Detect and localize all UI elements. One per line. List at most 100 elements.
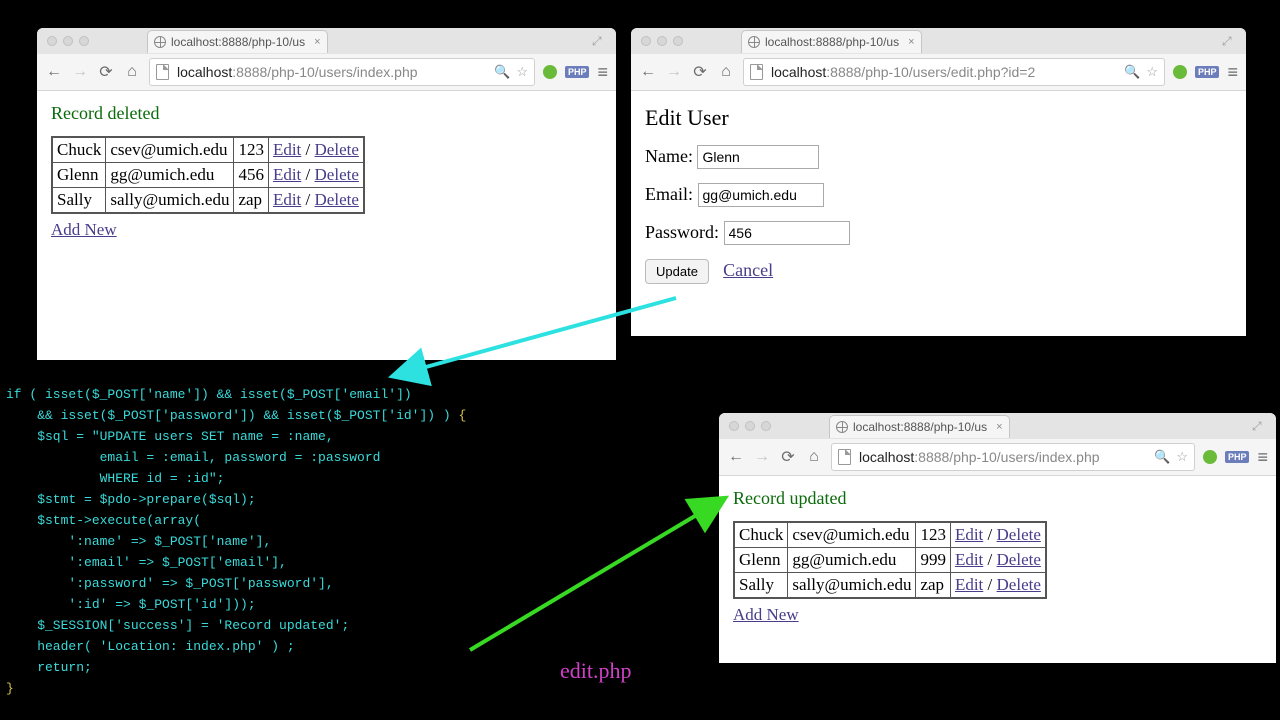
- code-snippet: if ( isset($_POST['name']) && isset($_PO…: [6, 384, 466, 699]
- forward-button: →: [753, 448, 771, 466]
- cell-name: Glenn: [52, 163, 106, 188]
- extension-icon[interactable]: [543, 65, 557, 79]
- delete-link[interactable]: Delete: [315, 140, 359, 159]
- address-bar[interactable]: localhost:8888/php-10/users/index.php 🔍 ☆: [831, 443, 1195, 471]
- browser-toolbar: ← → ⟳ ⌂ localhost:8888/php-10/users/inde…: [719, 439, 1276, 476]
- edit-link[interactable]: Edit: [273, 190, 301, 209]
- browser-tab[interactable]: localhost:8888/php-10/us ×: [741, 30, 922, 53]
- bookmark-icon[interactable]: ☆: [1146, 64, 1158, 80]
- edit-link[interactable]: Edit: [955, 525, 983, 544]
- cell-actions: Edit / Delete: [268, 137, 363, 163]
- url-host: localhost: [859, 449, 914, 465]
- browser-edit-form: localhost:8888/php-10/us × ← → ⟳ ⌂ local…: [631, 28, 1246, 336]
- table-row: Sallysally@umich.eduzapEdit / Delete: [52, 188, 364, 214]
- cell-email: sally@umich.edu: [788, 573, 916, 599]
- fullscreen-icon[interactable]: [592, 34, 606, 48]
- bookmark-icon[interactable]: ☆: [516, 64, 528, 80]
- cell-name: Sally: [52, 188, 106, 214]
- php-badge-icon[interactable]: PHP: [1225, 451, 1250, 463]
- home-button[interactable]: ⌂: [805, 448, 823, 466]
- page-icon: [838, 449, 851, 465]
- php-badge-icon[interactable]: PHP: [565, 66, 590, 78]
- browser-tab[interactable]: localhost:8888/php-10/us ×: [147, 30, 328, 53]
- close-tab-icon[interactable]: ×: [908, 36, 914, 48]
- edit-link[interactable]: Edit: [273, 140, 301, 159]
- url-path: :8888/php-10/users/index.php: [914, 449, 1099, 465]
- cell-password: 456: [234, 163, 269, 188]
- page-content: Edit User Name: Email: Password: Update …: [631, 91, 1246, 296]
- users-table: Chuckcsev@umich.edu123Edit / DeleteGlenn…: [51, 136, 365, 214]
- home-button[interactable]: ⌂: [123, 63, 141, 81]
- delete-link[interactable]: Delete: [315, 190, 359, 209]
- delete-link[interactable]: Delete: [997, 525, 1041, 544]
- mac-traffic-lights[interactable]: [729, 421, 771, 431]
- zoom-icon[interactable]: 🔍: [1124, 64, 1140, 80]
- extension-icon[interactable]: [1173, 65, 1187, 79]
- back-button[interactable]: ←: [639, 63, 657, 81]
- forward-button: →: [71, 63, 89, 81]
- page-title: Edit User: [645, 105, 1232, 131]
- table-row: Glenngg@umich.edu456Edit / Delete: [52, 163, 364, 188]
- browser-toolbar: ← → ⟳ ⌂ localhost:8888/php-10/users/edit…: [631, 54, 1246, 91]
- edit-link[interactable]: Edit: [955, 575, 983, 594]
- tab-title: localhost:8888/php-10/us: [765, 35, 899, 49]
- php-badge-icon[interactable]: PHP: [1195, 66, 1220, 78]
- reload-button[interactable]: ⟳: [691, 62, 709, 82]
- cell-name: Chuck: [734, 522, 788, 548]
- cell-actions: Edit / Delete: [268, 163, 363, 188]
- update-button[interactable]: Update: [645, 259, 709, 284]
- edit-link[interactable]: Edit: [273, 165, 301, 184]
- browser-tab[interactable]: localhost:8888/php-10/us ×: [829, 415, 1010, 438]
- menu-icon[interactable]: ≡: [597, 62, 608, 83]
- cell-email: csev@umich.edu: [788, 522, 916, 548]
- address-bar[interactable]: localhost:8888/php-10/users/edit.php?id=…: [743, 58, 1165, 86]
- users-table: Chuckcsev@umich.edu123Edit / DeleteGlenn…: [733, 521, 1047, 599]
- home-button[interactable]: ⌂: [717, 63, 735, 81]
- window-titlebar: localhost:8888/php-10/us ×: [719, 413, 1276, 439]
- zoom-icon[interactable]: 🔍: [494, 64, 510, 80]
- url-host: localhost: [177, 64, 232, 80]
- reload-button[interactable]: ⟳: [779, 447, 797, 467]
- fullscreen-icon[interactable]: [1252, 419, 1266, 433]
- password-field[interactable]: [724, 221, 850, 245]
- extension-icon[interactable]: [1203, 450, 1217, 464]
- cancel-link[interactable]: Cancel: [723, 260, 773, 280]
- zoom-icon[interactable]: 🔍: [1154, 449, 1170, 465]
- bookmark-icon[interactable]: ☆: [1176, 449, 1188, 465]
- close-tab-icon[interactable]: ×: [996, 421, 1002, 433]
- close-tab-icon[interactable]: ×: [314, 36, 320, 48]
- add-new-link[interactable]: Add New: [51, 220, 117, 240]
- back-button[interactable]: ←: [45, 63, 63, 81]
- name-label: Name:: [645, 146, 693, 166]
- email-field[interactable]: [698, 183, 824, 207]
- globe-icon: [836, 421, 848, 433]
- browser-toolbar: ← → ⟳ ⌂ localhost:8888/php-10/users/inde…: [37, 54, 616, 91]
- mac-traffic-lights[interactable]: [641, 36, 683, 46]
- url-path: :8888/php-10/users/edit.php?id=2: [826, 64, 1035, 80]
- password-label: Password:: [645, 222, 719, 242]
- delete-link[interactable]: Delete: [315, 165, 359, 184]
- reload-button[interactable]: ⟳: [97, 62, 115, 82]
- add-new-link[interactable]: Add New: [733, 605, 799, 625]
- delete-link[interactable]: Delete: [997, 575, 1041, 594]
- table-row: Chuckcsev@umich.edu123Edit / Delete: [52, 137, 364, 163]
- cell-password: 123: [234, 137, 269, 163]
- fullscreen-icon[interactable]: [1222, 34, 1236, 48]
- cell-email: sally@umich.edu: [106, 188, 234, 214]
- cell-password: zap: [916, 573, 951, 599]
- tab-title: localhost:8888/php-10/us: [853, 420, 987, 434]
- menu-icon[interactable]: ≡: [1227, 62, 1238, 83]
- tab-title: localhost:8888/php-10/us: [171, 35, 305, 49]
- cell-password: 123: [916, 522, 951, 548]
- back-button[interactable]: ←: [727, 448, 745, 466]
- table-row: Glenngg@umich.edu999Edit / Delete: [734, 548, 1046, 573]
- edit-link[interactable]: Edit: [955, 550, 983, 569]
- cell-name: Sally: [734, 573, 788, 599]
- globe-icon: [154, 36, 166, 48]
- address-bar[interactable]: localhost:8888/php-10/users/index.php 🔍☆: [149, 58, 535, 86]
- name-field[interactable]: [697, 145, 819, 169]
- window-titlebar: localhost:8888/php-10/us ×: [37, 28, 616, 54]
- delete-link[interactable]: Delete: [997, 550, 1041, 569]
- menu-icon[interactable]: ≡: [1257, 447, 1268, 468]
- mac-traffic-lights[interactable]: [47, 36, 89, 46]
